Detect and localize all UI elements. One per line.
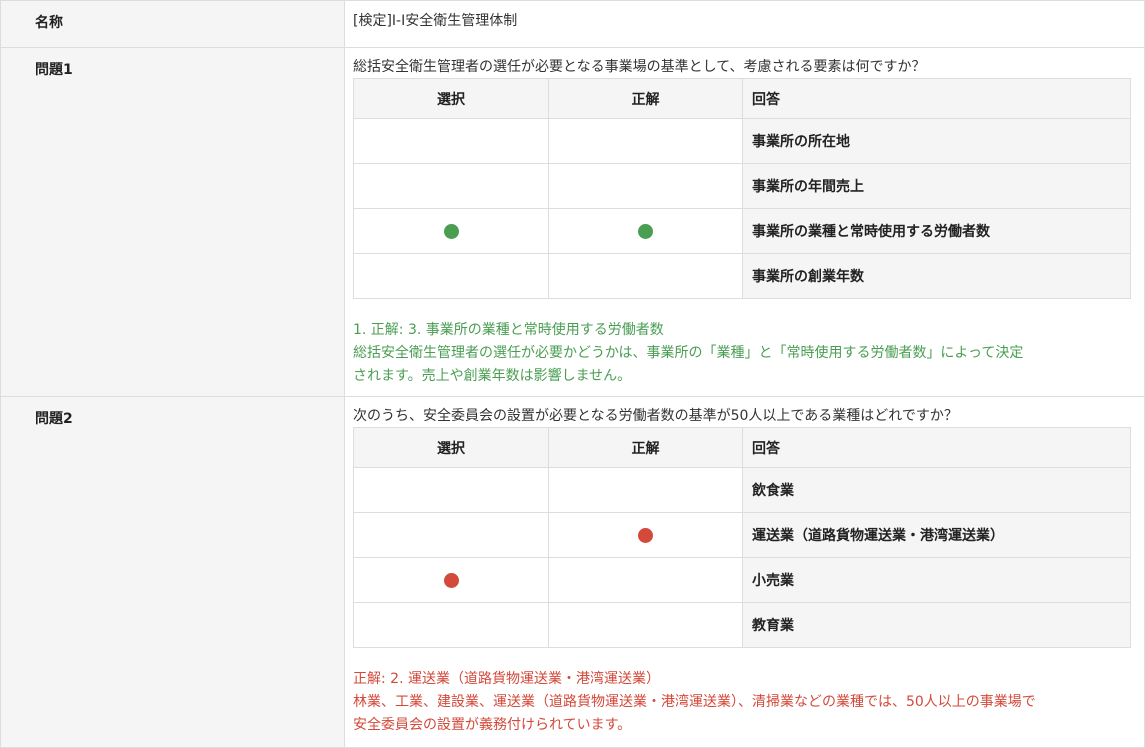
answer-text: 飲食業 xyxy=(742,467,1131,513)
option-row: 運送業（道路貨物運送業・港湾運送業） xyxy=(353,512,1131,558)
feedback-explanation-line: 安全委員会の設置が義務付けられています。 xyxy=(353,717,632,733)
question-row: 問題1 総括安全衛生管理者の選任が必要となる事業場の基準として、考慮される要素は… xyxy=(0,47,1145,397)
answer-text: 小売業 xyxy=(742,557,1131,603)
question-label: 問題1 xyxy=(0,47,345,397)
select-cell xyxy=(353,602,549,648)
answer-text: 教育業 xyxy=(742,602,1131,648)
options-table: 選択 正解 回答 飲食業 運送業（道路貨物運送業・港湾運送業） 小売業 教育業 xyxy=(353,427,1131,648)
answer-column-header: 回答 xyxy=(742,427,1131,468)
selected-dot-icon xyxy=(443,223,459,239)
correct-cell xyxy=(548,163,743,209)
options-body: 事業所の所在地 事業所の年間売上 事業所の業種と常時使用する労働者数 事業所の創… xyxy=(353,118,1131,299)
select-cell xyxy=(353,253,549,299)
quiz-result-table: 名称 [検定]I-I安全衛生管理体制 問題1 総括安全衛生管理者の選任が必要とな… xyxy=(0,0,1145,748)
option-row: 小売業 xyxy=(353,557,1131,603)
correct-cell xyxy=(548,467,743,513)
correct-column-header: 正解 xyxy=(548,78,743,119)
options-body: 飲食業 運送業（道路貨物運送業・港湾運送業） 小売業 教育業 xyxy=(353,467,1131,648)
option-row: 教育業 xyxy=(353,602,1131,648)
options-header-row: 選択 正解 回答 xyxy=(353,78,1131,119)
correct-cell xyxy=(548,557,743,603)
select-cell xyxy=(353,467,549,513)
option-row: 事業所の所在地 xyxy=(353,118,1131,164)
correct-dot-icon xyxy=(638,223,653,239)
answer-column-header: 回答 xyxy=(742,78,1131,119)
question-text: 総括安全衛生管理者の選任が必要となる事業場の基準として、考慮される要素は何ですか… xyxy=(353,59,926,75)
correct-column-header: 正解 xyxy=(548,427,743,468)
options-table: 選択 正解 回答 事業所の所在地 事業所の年間売上 事業所の業種と常時使用する労… xyxy=(353,78,1131,299)
correct-cell xyxy=(548,208,743,254)
select-cell xyxy=(353,557,549,603)
question-label: 問題2 xyxy=(0,396,345,748)
answer-text: 事業所の業種と常時使用する労働者数 xyxy=(742,208,1131,254)
select-column-header: 選択 xyxy=(353,78,549,119)
correct-cell xyxy=(548,118,743,164)
correct-cell xyxy=(548,602,743,648)
correct-dot-icon xyxy=(638,527,653,543)
select-column-header: 選択 xyxy=(353,427,549,468)
option-row: 事業所の業種と常時使用する労働者数 xyxy=(353,208,1131,254)
name-row: 名称 [検定]I-I安全衛生管理体制 xyxy=(0,0,1145,48)
question-cell: 総括安全衛生管理者の選任が必要となる事業場の基準として、考慮される要素は何ですか… xyxy=(344,47,1145,397)
select-cell xyxy=(353,208,549,254)
option-row: 事業所の創業年数 xyxy=(353,253,1131,299)
answer-text: 事業所の年間売上 xyxy=(742,163,1131,209)
option-row: 飲食業 xyxy=(353,467,1131,513)
feedback-title: 正解: 2. 運送業（道路貨物運送業・港湾運送業） xyxy=(353,671,660,687)
question-cell: 次のうち、安全委員会の設置が必要となる労働者数の基準が50人以上である業種はどれ… xyxy=(344,396,1145,748)
feedback-explanation-line: 総括安全衛生管理者の選任が必要かどうかは、事業所の「業種」と「常時使用する労働者… xyxy=(353,345,1024,361)
feedback-explanation-line: 林業、工業、建設業、運送業（道路貨物運送業・港湾運送業）、清掃業などの業種では、… xyxy=(353,694,1036,710)
correct-cell xyxy=(548,253,743,299)
selected-dot-icon xyxy=(443,572,459,588)
feedback-explanation-line: されます。売上や創業年数は影響しません。 xyxy=(353,368,632,384)
answer-text: 事業所の創業年数 xyxy=(742,253,1131,299)
feedback: 正解: 2. 運送業（道路貨物運送業・港湾運送業） 林業、工業、建設業、運送業（… xyxy=(353,668,1136,737)
select-cell xyxy=(353,118,549,164)
answer-text: 運送業（道路貨物運送業・港湾運送業） xyxy=(742,512,1131,558)
feedback-title: 1. 正解: 3. 事業所の業種と常時使用する労働者数 xyxy=(353,322,664,338)
correct-cell xyxy=(548,512,743,558)
feedback: 1. 正解: 3. 事業所の業種と常時使用する労働者数 総括安全衛生管理者の選任… xyxy=(353,319,1136,388)
question-text: 次のうち、安全委員会の設置が必要となる労働者数の基準が50人以上である業種はどれ… xyxy=(353,408,958,424)
options-header-row: 選択 正解 回答 xyxy=(353,427,1131,468)
quiz-name: [検定]I-I安全衛生管理体制 xyxy=(344,0,1145,48)
select-cell xyxy=(353,512,549,558)
option-row: 事業所の年間売上 xyxy=(353,163,1131,209)
question-row: 問題2 次のうち、安全委員会の設置が必要となる労働者数の基準が50人以上である業… xyxy=(0,396,1145,748)
answer-text: 事業所の所在地 xyxy=(742,118,1131,164)
select-cell xyxy=(353,163,549,209)
name-label: 名称 xyxy=(0,0,345,48)
